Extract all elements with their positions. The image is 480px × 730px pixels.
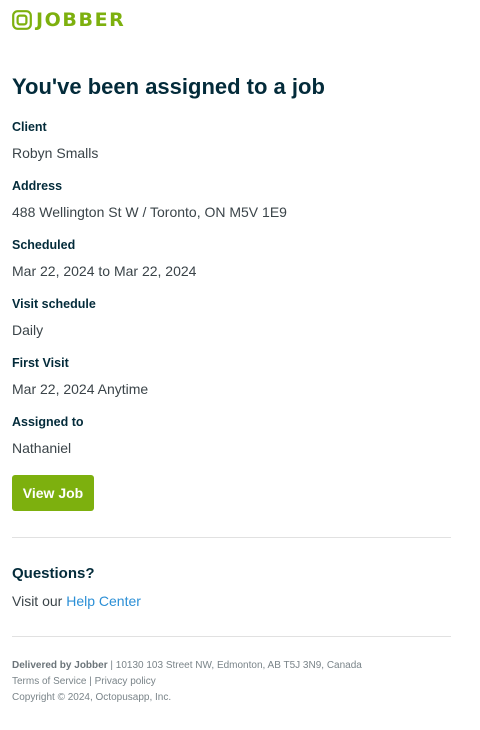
field-value: Daily bbox=[12, 322, 44, 338]
field-label: Client bbox=[12, 120, 47, 134]
footer-separator: | bbox=[89, 676, 92, 687]
privacy-link[interactable]: Privacy policy bbox=[95, 676, 156, 687]
field-value: Mar 22, 2024 Anytime bbox=[12, 381, 149, 397]
first-visit-field: First Visit Mar 22, 2024 Anytime bbox=[12, 355, 148, 398]
copyright-text: Copyright © 2024, Octopusapp, Inc. bbox=[12, 692, 172, 703]
questions-text: Visit our Help Center bbox=[12, 592, 141, 610]
field-label: Visit schedule bbox=[12, 297, 96, 311]
email-page: JOBBER You've been assigned to a job Cli… bbox=[0, 0, 480, 730]
jobber-logo[interactable]: JOBBER bbox=[12, 10, 125, 30]
client-field: Client Robyn Smalls bbox=[12, 119, 98, 162]
jobber-logo-icon bbox=[12, 10, 32, 30]
footer-delivered-line: Delivered by Jobber | 10130 103 Street N… bbox=[12, 659, 362, 672]
company-address: 10130 103 Street NW, Edmonton, AB T5J 3N… bbox=[115, 660, 362, 671]
help-center-link[interactable]: Help Center bbox=[66, 593, 141, 609]
address-field: Address 488 Wellington St W / Toronto, O… bbox=[12, 178, 287, 221]
footer-separator: | bbox=[110, 660, 113, 671]
delivered-by-label: Delivered by Jobber bbox=[12, 660, 108, 671]
questions-prefix: Visit our bbox=[12, 593, 63, 609]
email-heading: You've been assigned to a job bbox=[12, 74, 325, 99]
field-value: Robyn Smalls bbox=[12, 145, 99, 161]
assigned-to-field: Assigned to Nathaniel bbox=[12, 414, 84, 457]
field-value: Mar 22, 2024 to Mar 22, 2024 bbox=[12, 263, 197, 279]
logo-wordmark: JOBBER bbox=[36, 9, 126, 31]
field-label: Scheduled bbox=[12, 238, 76, 252]
visit-schedule-field: Visit schedule Daily bbox=[12, 296, 96, 339]
divider bbox=[12, 537, 451, 538]
scheduled-field: Scheduled Mar 22, 2024 to Mar 22, 2024 bbox=[12, 237, 196, 280]
divider bbox=[12, 636, 451, 637]
field-label: Assigned to bbox=[12, 415, 84, 429]
footer-links-line: Terms of Service | Privacy policy bbox=[12, 675, 156, 688]
field-label: First Visit bbox=[12, 356, 69, 370]
view-job-button[interactable]: View Job bbox=[12, 475, 94, 511]
terms-link[interactable]: Terms of Service bbox=[12, 676, 86, 687]
field-value: Nathaniel bbox=[12, 440, 72, 456]
field-label: Address bbox=[12, 179, 63, 193]
field-value: 488 Wellington St W / Toronto, ON M5V 1E… bbox=[12, 204, 287, 220]
questions-heading: Questions? bbox=[12, 565, 95, 582]
